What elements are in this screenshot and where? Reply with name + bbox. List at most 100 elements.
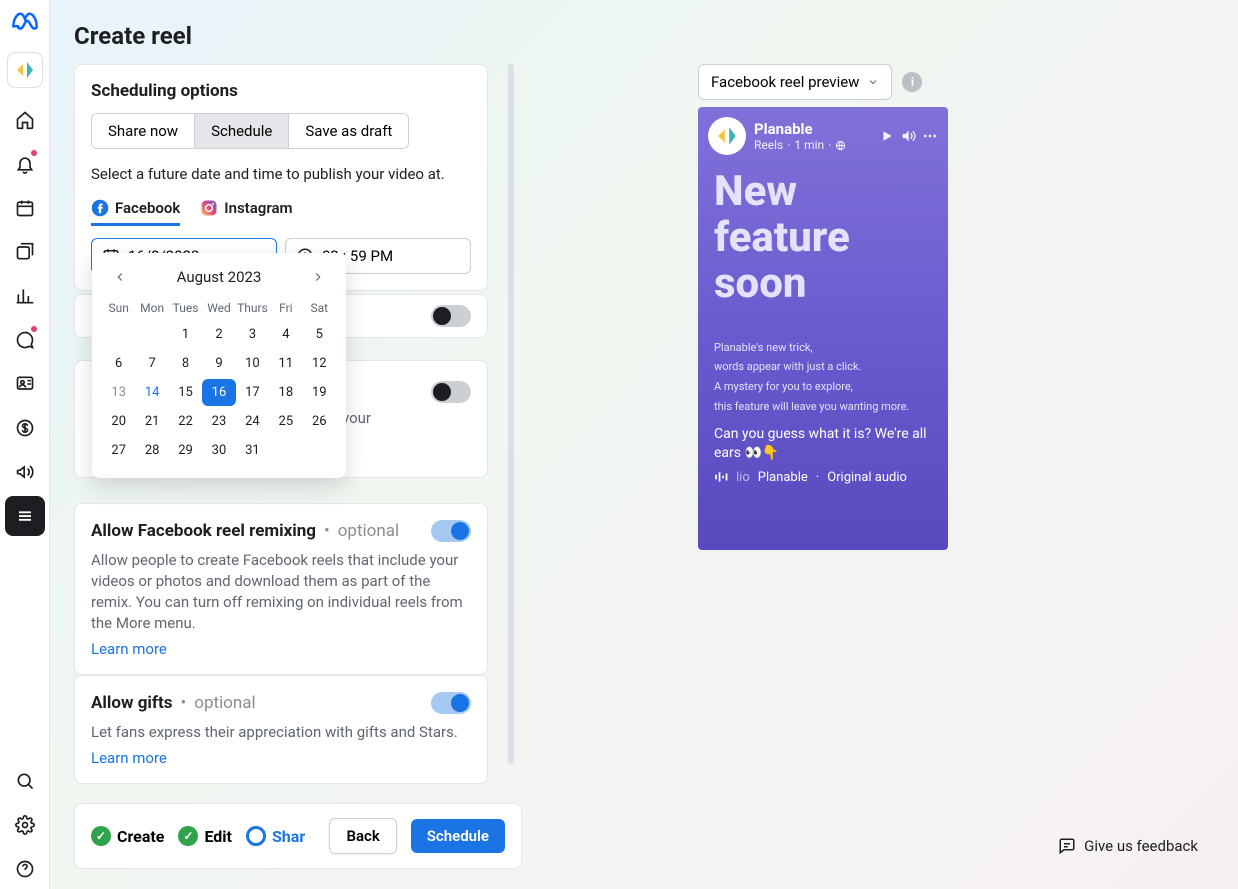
calendar-dow: Thurs: [236, 297, 269, 319]
remix-title: Allow Facebook reel remixing: [91, 521, 316, 541]
facebook-tab[interactable]: Facebook: [91, 199, 180, 226]
reel-avatar: [708, 117, 746, 155]
gifts-optional: optional: [194, 693, 255, 713]
gifts-learn-more-link[interactable]: Learn more: [91, 749, 167, 767]
calendar-day[interactable]: 28: [135, 437, 168, 464]
planable-app-icon[interactable]: [7, 52, 43, 88]
calendar-dow: Sun: [102, 297, 135, 319]
scheduling-title: Scheduling options: [91, 81, 471, 101]
instagram-tab-label: Instagram: [224, 199, 292, 217]
calendar-day[interactable]: 17: [236, 379, 269, 406]
step-share[interactable]: Shar: [246, 826, 305, 846]
calendar-day[interactable]: 11: [269, 350, 302, 377]
reel-audio-track: Original audio: [827, 470, 907, 485]
calendar-day[interactable]: 1: [169, 321, 202, 348]
gifts-title: Allow gifts: [91, 693, 173, 713]
chevron-left-icon: [113, 270, 127, 284]
calendar-day[interactable]: 19: [303, 379, 336, 406]
more-icon[interactable]: [922, 128, 938, 144]
ads-icon[interactable]: [5, 452, 45, 492]
calendar-next-button[interactable]: [308, 267, 328, 287]
calendar-day[interactable]: 6: [102, 350, 135, 377]
insights-icon[interactable]: [5, 276, 45, 316]
calendar-day[interactable]: 27: [102, 437, 135, 464]
calendar-day[interactable]: 18: [269, 379, 302, 406]
remix-optional: optional: [338, 521, 399, 541]
calendar-dow: Sat: [303, 297, 336, 319]
calendar-day[interactable]: 24: [236, 408, 269, 435]
schedule-submit-button[interactable]: Schedule: [411, 819, 505, 853]
inbox-icon[interactable]: [5, 320, 45, 360]
wizard-steps: ✓Create ✓Edit Shar Back Schedule: [74, 803, 522, 869]
gifts-card: Allow gifts • optional Let fans express …: [74, 675, 488, 784]
reel-preview: Planable Reels · 1 min · New feature soo…: [698, 107, 948, 550]
reel-audio-brand: Planable: [758, 470, 808, 485]
audio-bars-icon: [714, 470, 728, 484]
calendar-day[interactable]: 15: [169, 379, 202, 406]
calendar-day[interactable]: 23: [202, 408, 235, 435]
reel-caption: Can you guess what it is? We're all ears…: [698, 417, 948, 464]
feedback-label: Give us feedback: [1084, 837, 1198, 855]
calendar-day[interactable]: 4: [269, 321, 302, 348]
gifts-desc: Let fans express their appreciation with…: [91, 722, 471, 743]
planner-icon[interactable]: [5, 188, 45, 228]
preview-mode-select[interactable]: Facebook reel preview: [698, 64, 892, 100]
home-icon[interactable]: [5, 100, 45, 140]
calendar-day[interactable]: 8: [169, 350, 202, 377]
reel-meta: Reels · 1 min ·: [754, 138, 846, 152]
hidden-option-2-toggle[interactable]: [431, 381, 471, 403]
calendar-day[interactable]: 10: [236, 350, 269, 377]
info-icon[interactable]: i: [902, 72, 922, 92]
calendar-day[interactable]: 22: [169, 408, 202, 435]
calendar-grid: SunMonTuesWedThursFriSat1234567891011121…: [102, 297, 336, 464]
share-now-button[interactable]: Share now: [92, 114, 195, 148]
volume-icon[interactable]: [900, 128, 916, 144]
schedule-mode-segmented: Share now Schedule Save as draft: [91, 113, 409, 149]
calendar-day[interactable]: 20: [102, 408, 135, 435]
back-button[interactable]: Back: [329, 818, 396, 854]
calendar-popover: August 2023 SunMonTuesWedThursFriSat1234…: [92, 253, 346, 478]
calendar-day[interactable]: 26: [303, 408, 336, 435]
chevron-right-icon: [311, 270, 325, 284]
step-create[interactable]: ✓Create: [91, 826, 164, 846]
calendar-day[interactable]: 21: [135, 408, 168, 435]
instagram-tab[interactable]: Instagram: [200, 199, 292, 226]
calendar-day[interactable]: 12: [303, 350, 336, 377]
calendar-day[interactable]: 5: [303, 321, 336, 348]
calendar-day[interactable]: 29: [169, 437, 202, 464]
hidden-option-1-toggle[interactable]: [431, 305, 471, 327]
gifts-toggle[interactable]: [431, 692, 471, 714]
calendar-prev-button[interactable]: [110, 267, 130, 287]
content-icon[interactable]: [5, 232, 45, 272]
chevron-down-icon: [867, 76, 879, 88]
remix-learn-more-link[interactable]: Learn more: [91, 640, 167, 658]
save-draft-button[interactable]: Save as draft: [289, 114, 408, 148]
monetization-icon[interactable]: [5, 408, 45, 448]
preview-mode-label: Facebook reel preview: [711, 73, 859, 91]
feedback-button[interactable]: Give us feedback: [1058, 837, 1198, 855]
settings-icon[interactable]: [5, 805, 45, 845]
audience-icon[interactable]: [5, 364, 45, 404]
step-edit[interactable]: ✓Edit: [178, 826, 232, 846]
feedback-icon: [1058, 837, 1076, 855]
calendar-day[interactable]: 16: [202, 379, 235, 406]
help-icon[interactable]: [5, 849, 45, 889]
calendar-day[interactable]: 2: [202, 321, 235, 348]
notifications-icon[interactable]: [5, 144, 45, 184]
scrollbar[interactable]: [508, 64, 514, 764]
remix-toggle[interactable]: [431, 520, 471, 542]
calendar-day[interactable]: 30: [202, 437, 235, 464]
calendar-day[interactable]: 9: [202, 350, 235, 377]
play-icon[interactable]: [880, 129, 894, 143]
calendar-day[interactable]: 7: [135, 350, 168, 377]
schedule-button[interactable]: Schedule: [195, 114, 289, 148]
calendar-day[interactable]: 25: [269, 408, 302, 435]
reel-poem: Planable's new trick, words appear with …: [698, 338, 948, 417]
remix-desc: Allow people to create Facebook reels th…: [91, 550, 471, 634]
calendar-day[interactable]: 31: [236, 437, 269, 464]
calendar-day[interactable]: 14: [135, 379, 168, 406]
calendar-day[interactable]: 3: [236, 321, 269, 348]
calendar-day[interactable]: 13: [102, 379, 135, 406]
search-icon[interactable]: [5, 761, 45, 801]
all-tools-icon[interactable]: [5, 496, 45, 536]
